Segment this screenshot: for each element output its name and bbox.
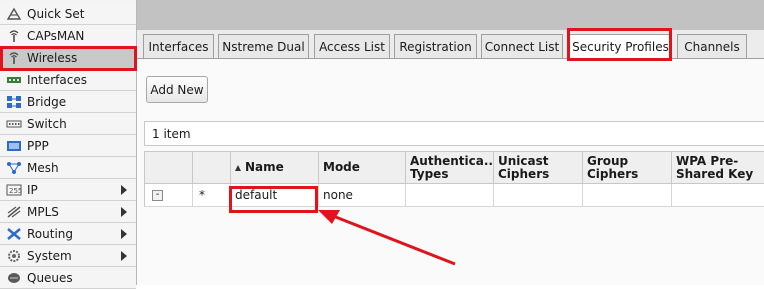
annotation-arrow <box>318 210 456 266</box>
